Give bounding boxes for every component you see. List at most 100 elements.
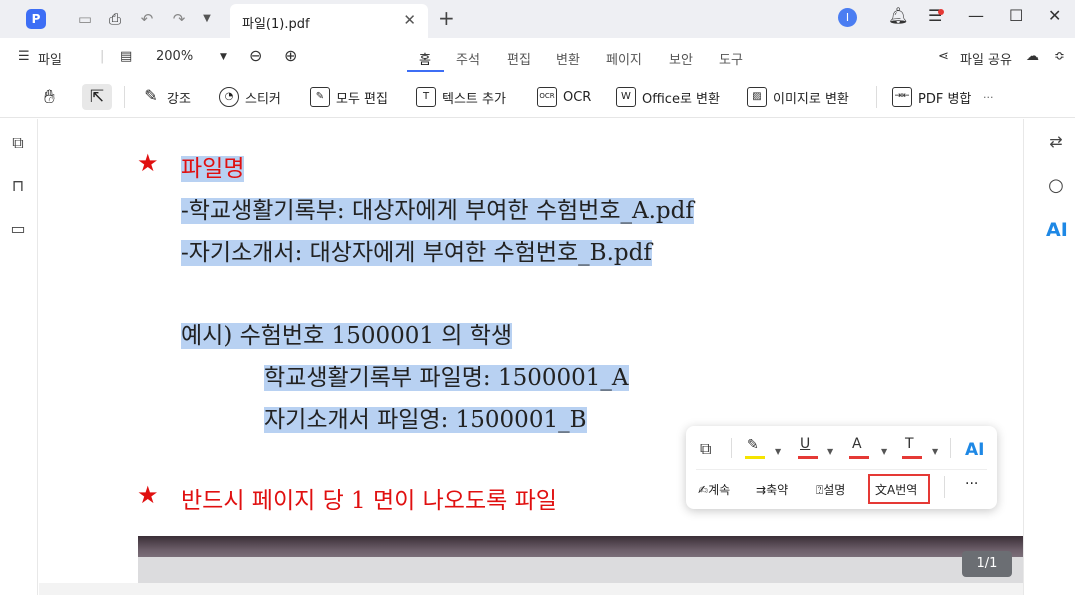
pdf-merge-button[interactable]: ⇥⇤ PDF 병합 bbox=[892, 84, 971, 110]
copy-icon[interactable]: ⧉ bbox=[700, 439, 711, 459]
cloud-upload-icon[interactable]: ☁ bbox=[1026, 49, 1039, 64]
popup-divider bbox=[731, 438, 732, 458]
sticker-button[interactable]: ◔ 스티커 bbox=[219, 84, 281, 110]
tab-convert[interactable]: 변환 bbox=[556, 49, 580, 68]
star-bullet-icon: ★ bbox=[137, 481, 159, 509]
tab-tools[interactable]: 도구 bbox=[719, 49, 743, 68]
text-color-icon[interactable]: T bbox=[905, 436, 914, 452]
share-icon[interactable]: ⋖ bbox=[938, 49, 949, 64]
notification-bell-icon[interactable]: 🔔︎ bbox=[888, 6, 908, 25]
doc-line-essay-example[interactable]: 자기소개서 파일영: 1500001_B bbox=[264, 400, 587, 434]
menu-divider: | bbox=[100, 49, 105, 64]
popup-divider bbox=[950, 438, 951, 458]
search-icon[interactable]: ○ bbox=[1046, 175, 1066, 196]
toolbar-divider bbox=[124, 86, 125, 108]
convert-image-button[interactable]: ▨ 이미지로 변환 bbox=[747, 84, 849, 110]
edit-icon: ✎ bbox=[310, 87, 330, 107]
print-icon[interactable]: ⎙ bbox=[106, 10, 124, 28]
quick-access-dropdown-icon[interactable]: ▼ bbox=[198, 10, 216, 28]
tab-security[interactable]: 보안 bbox=[669, 49, 693, 68]
edit-all-button[interactable]: ✎ 모두 편집 bbox=[310, 84, 388, 110]
summarize-icon: ⇉ bbox=[756, 483, 767, 497]
summarize-button[interactable]: ⇉축약 bbox=[756, 481, 788, 498]
document-canvas[interactable]: ★ 파일명 -학교생활기록부: 대상자에게 부여한 수험번호_A.pdf -자기… bbox=[39, 119, 1023, 583]
app-logo-icon: P bbox=[26, 9, 46, 29]
title-bar: P ▭ ⎙ ↶ ↷ ▼ 파일(1).pdf ✕ + I 🔔︎ ☰ — ☐ ✕ bbox=[0, 0, 1075, 38]
doc-line-essay[interactable]: -자기소개서: 대상자에게 부여한 수험번호_B.pdf bbox=[181, 233, 652, 267]
new-tab-icon[interactable]: + bbox=[438, 6, 455, 30]
tab-page[interactable]: 페이지 bbox=[606, 49, 642, 68]
explain-button[interactable]: ⍰설명 bbox=[816, 481, 845, 498]
ocr-button[interactable]: OCR OCR bbox=[537, 84, 591, 110]
highlight-icon: ✎ bbox=[144, 86, 158, 105]
thumbnail-edit-icon[interactable]: ⧉ bbox=[8, 133, 28, 153]
strikethrough-color-swatch bbox=[849, 456, 869, 459]
underline-dropdown-icon[interactable]: ▼ bbox=[827, 447, 833, 456]
edit-all-label: 모두 편집 bbox=[336, 91, 388, 107]
continue-icon: ✍ bbox=[698, 483, 709, 497]
underline-color-swatch bbox=[798, 456, 818, 459]
text-color-dropdown-icon[interactable]: ▼ bbox=[932, 447, 938, 456]
properties-icon[interactable]: ⇄ bbox=[1046, 132, 1066, 151]
add-text-button[interactable]: T 텍스트 추가 bbox=[416, 84, 506, 110]
zoom-out-icon[interactable]: ⊖ bbox=[249, 46, 262, 65]
hamburger-icon[interactable]: ☰ bbox=[18, 49, 30, 64]
doc-heading-filename[interactable]: 파일명 bbox=[181, 149, 245, 183]
right-sidebar: ⇄ ○ bbox=[1023, 119, 1075, 595]
highlight-dropdown-icon[interactable]: ▼ bbox=[775, 447, 781, 456]
maximize-icon[interactable]: ☐ bbox=[1009, 6, 1023, 25]
doc-line-record-example[interactable]: 학교생활기록부 파일명: 1500001_A bbox=[264, 358, 629, 392]
ocr-label: OCR bbox=[563, 89, 592, 105]
undo-icon[interactable]: ↶ bbox=[138, 10, 156, 28]
tab-home[interactable]: 홈 bbox=[419, 49, 431, 68]
highlight-label: 강조 bbox=[167, 91, 191, 107]
file-menu[interactable]: 파일 bbox=[38, 49, 62, 68]
text-color-swatch bbox=[902, 456, 922, 459]
text-icon: T bbox=[416, 87, 436, 107]
translate-icon: 文A bbox=[875, 483, 896, 497]
strikethrough-icon[interactable]: A bbox=[852, 436, 862, 452]
highlight-color-swatch bbox=[745, 456, 765, 459]
tab-title: 파일(1).pdf bbox=[242, 17, 310, 32]
ai-assistant-icon[interactable]: AI bbox=[1046, 219, 1068, 241]
tab-edit[interactable]: 편집 bbox=[507, 49, 531, 68]
underline-icon[interactable]: U bbox=[800, 436, 810, 452]
share-file-button[interactable]: 파일 공유 bbox=[960, 49, 1012, 68]
tab-annotate[interactable]: 주석 bbox=[456, 49, 480, 68]
close-tab-icon[interactable]: ✕ bbox=[403, 11, 416, 29]
redo-icon[interactable]: ↷ bbox=[170, 10, 188, 28]
highlight-icon[interactable]: ✎ bbox=[747, 437, 759, 453]
collapse-ribbon-icon[interactable]: ≎ bbox=[1054, 49, 1065, 64]
embedded-screenshot-menu bbox=[138, 557, 1023, 583]
document-tab[interactable]: 파일(1).pdf ✕ bbox=[230, 4, 428, 38]
popup-more-icon[interactable]: ··· bbox=[965, 476, 978, 492]
doc-line-record[interactable]: -학교생활기록부: 대상자에게 부여한 수험번호_A.pdf bbox=[181, 191, 694, 225]
highlight-button[interactable]: ✎ 강조 bbox=[141, 84, 191, 110]
translate-button[interactable]: 文A번역 bbox=[875, 481, 917, 498]
sticker-label: 스티커 bbox=[245, 91, 281, 107]
minimize-icon[interactable]: — bbox=[968, 6, 984, 25]
ai-icon[interactable]: AI bbox=[965, 440, 984, 460]
bookmark-icon[interactable]: ⊓ bbox=[8, 176, 28, 195]
strikethrough-dropdown-icon[interactable]: ▼ bbox=[881, 447, 887, 456]
sticker-icon: ◔ bbox=[219, 87, 239, 107]
zoom-dropdown-icon[interactable]: ▼ bbox=[220, 52, 227, 62]
doc-line-example[interactable]: 예시) 수험번호 1500001 의 학생 bbox=[181, 316, 513, 350]
save-icon[interactable]: ▭ bbox=[76, 10, 94, 28]
doc-line-page-rule[interactable]: 반드시 페이지 당 1 면이 나오도록 파일 bbox=[181, 481, 557, 515]
select-tool-icon[interactable]: ⇱ bbox=[82, 84, 112, 110]
continue-button[interactable]: ✍계속 bbox=[698, 481, 730, 498]
selection-popup: ⧉ ✎ ▼ U ▼ A ▼ T ▼ AI ✍계속 ⇉축약 ⍰설명 文A번역 ··… bbox=[686, 426, 997, 509]
left-sidebar: ⧉ ⊓ ▭ bbox=[0, 119, 38, 595]
zoom-level[interactable]: 200% bbox=[156, 49, 193, 64]
convert-office-button[interactable]: W Office로 변환 bbox=[616, 84, 720, 110]
zoom-in-icon[interactable]: ⊕ bbox=[284, 46, 297, 65]
page-fit-icon[interactable]: ▤ bbox=[120, 49, 132, 64]
close-window-icon[interactable]: ✕ bbox=[1048, 6, 1061, 25]
horizontal-scrollbar[interactable] bbox=[39, 583, 1023, 595]
hand-tool-icon[interactable]: ✋︎ bbox=[44, 84, 55, 110]
avatar[interactable]: I bbox=[838, 8, 857, 27]
convert-image-label: 이미지로 변환 bbox=[773, 91, 849, 107]
comment-icon[interactable]: ▭ bbox=[8, 219, 28, 238]
toolbar-more-icon[interactable]: ··· bbox=[983, 84, 994, 110]
